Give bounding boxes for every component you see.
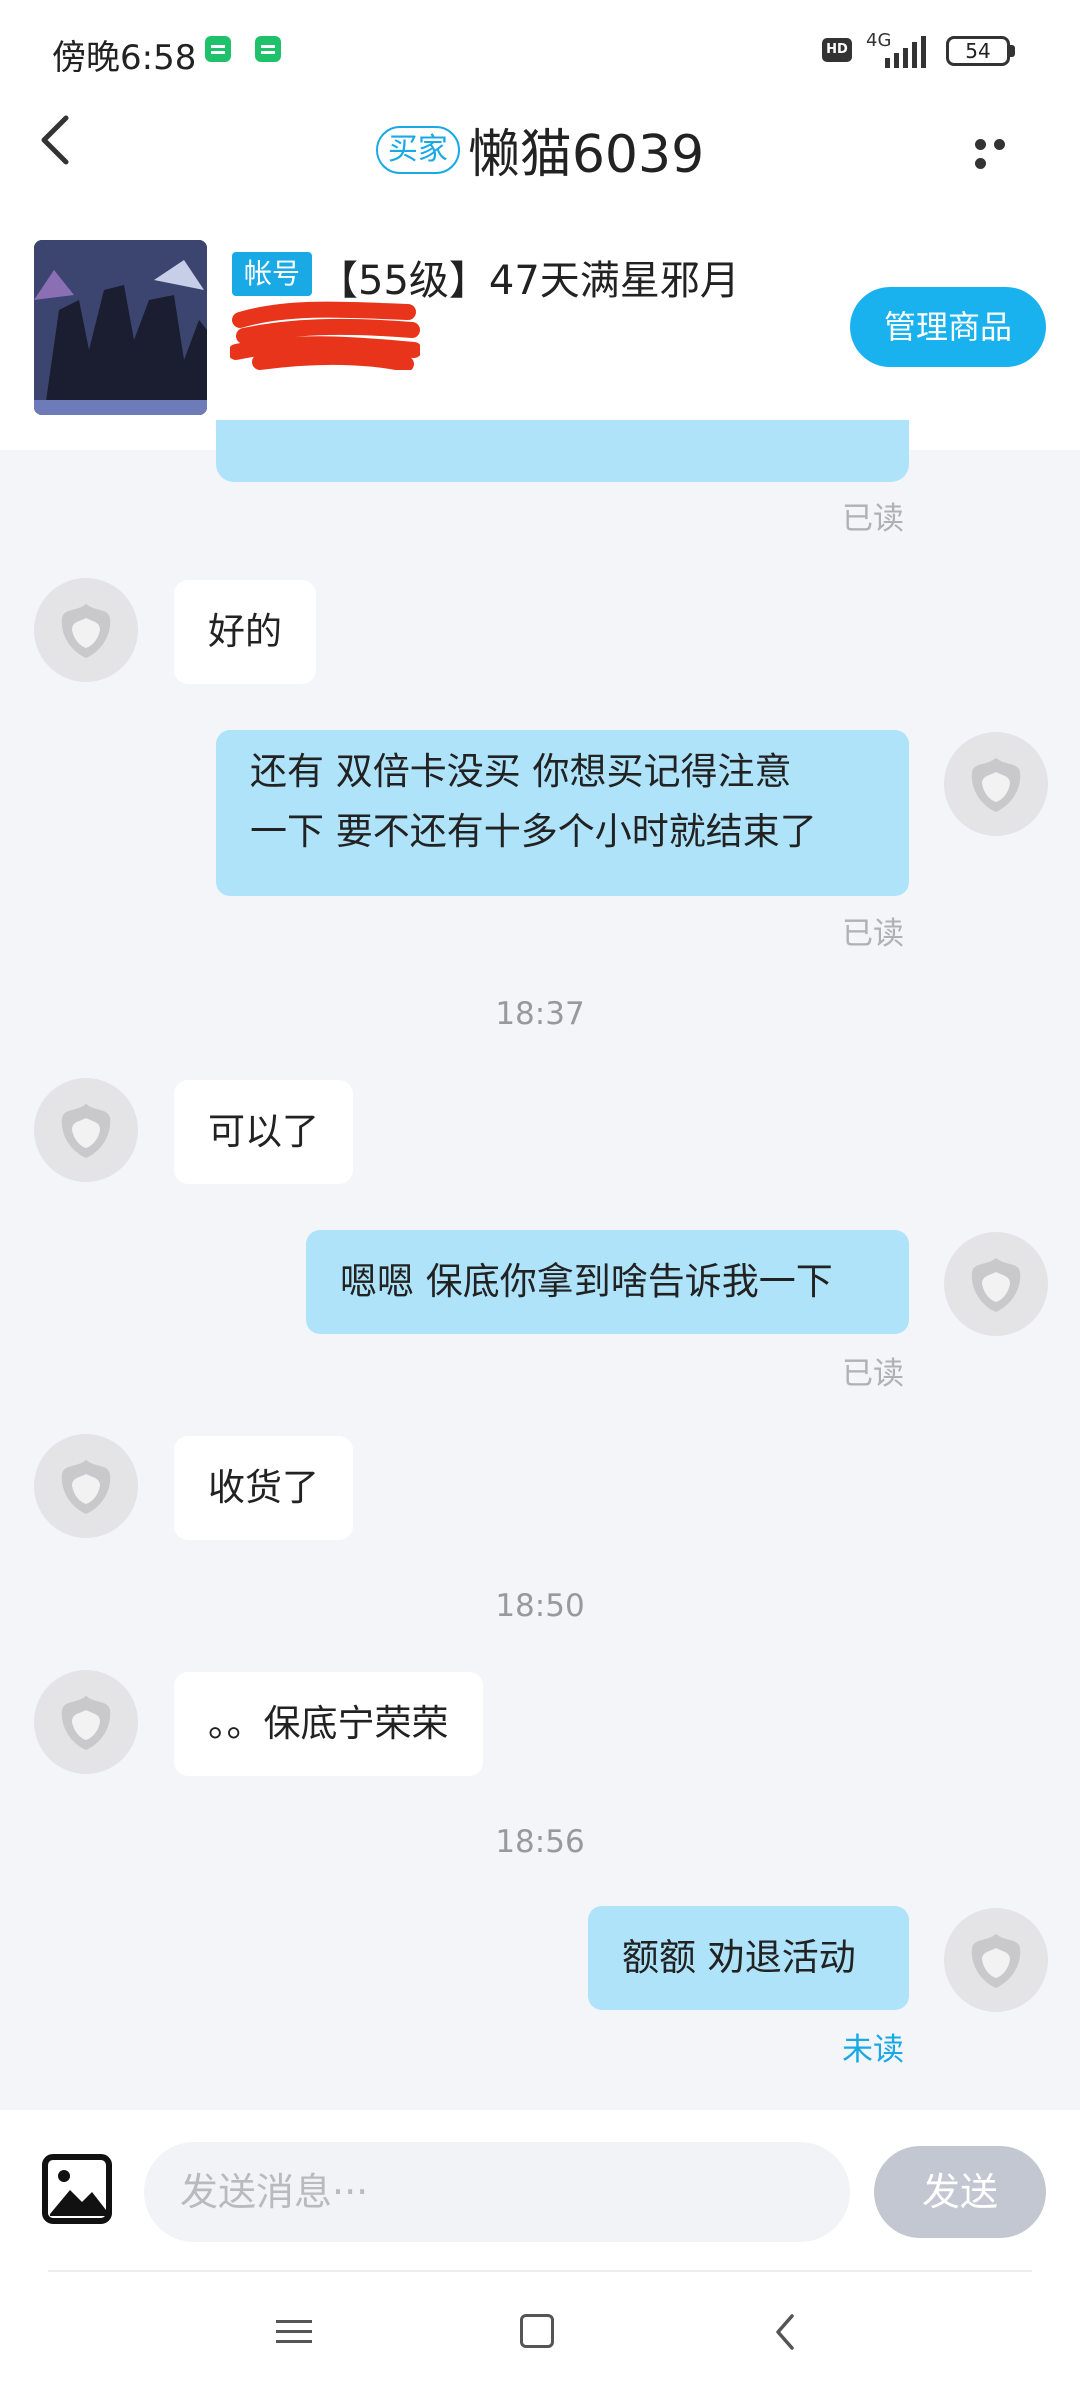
product-artwork <box>34 240 207 415</box>
read-status: 已读 <box>842 501 904 537</box>
contact-avatar[interactable] <box>34 578 138 682</box>
hd-icon: HD <box>822 38 852 62</box>
home-icon[interactable] <box>520 2314 554 2348</box>
divider <box>48 2270 1032 2272</box>
read-status: 已读 <box>842 916 904 952</box>
avatar-placeholder-icon <box>971 1258 1021 1312</box>
image-picker-icon[interactable] <box>42 2154 112 2224</box>
contact-avatar[interactable] <box>34 1434 138 1538</box>
my-avatar[interactable] <box>944 1232 1048 1336</box>
contact-avatar[interactable] <box>34 1078 138 1182</box>
message-line: 一下 要不还有十多个小时就结束了 <box>250 810 817 853</box>
chat-timestamp: 18:56 <box>495 1824 585 1860</box>
unread-status: 未读 <box>842 2032 904 2068</box>
message-bubble-outgoing[interactable]: 额额 劝退活动 <box>588 1906 909 2010</box>
message-line: 还有 双倍卡没买 你想买记得注意 <box>250 750 792 793</box>
buyer-badge: 买家 <box>375 125 460 174</box>
avatar-placeholder-icon <box>61 604 111 658</box>
message-notification-icon <box>205 36 231 62</box>
message-bubble-outgoing[interactable] <box>216 420 909 482</box>
battery-tip <box>1010 45 1015 57</box>
avatar-placeholder-icon <box>971 758 1021 812</box>
chat-timestamp: 18:50 <box>495 1588 585 1624</box>
message-notification-icon <box>255 36 281 62</box>
chat-timestamp: 18:37 <box>495 996 585 1032</box>
chat-title: 买家 懒猫6039 <box>0 112 1080 187</box>
avatar-placeholder-icon <box>61 1460 111 1514</box>
manage-product-button[interactable]: 管理商品 <box>850 287 1046 367</box>
battery-level: 54 <box>965 39 991 63</box>
message-bubble-incoming[interactable]: 可以了 <box>174 1080 353 1184</box>
send-button[interactable]: 发送 <box>874 2146 1046 2238</box>
avatar-placeholder-icon <box>971 1934 1021 1988</box>
my-avatar[interactable] <box>944 732 1048 836</box>
message-bubble-incoming[interactable]: 好的 <box>174 580 316 684</box>
message-input[interactable] <box>144 2142 850 2242</box>
avatar-placeholder-icon <box>61 1696 111 1750</box>
signal-strength-icon <box>885 36 926 68</box>
nav-back-icon[interactable] <box>770 2310 800 2354</box>
contact-avatar[interactable] <box>34 1670 138 1774</box>
more-dots-icon[interactable] <box>975 135 1031 169</box>
message-bubble-outgoing[interactable]: 还有 双倍卡没买 你想买记得注意 一下 要不还有十多个小时就结束了 <box>216 730 909 896</box>
my-avatar[interactable] <box>944 1908 1048 2012</box>
message-bubble-outgoing[interactable]: 嗯嗯 保底你拿到啥告诉我一下 <box>306 1230 909 1334</box>
contact-name: 懒猫6039 <box>467 125 705 185</box>
account-tag: 帐号 <box>232 252 313 296</box>
menu-icon[interactable] <box>276 2318 312 2346</box>
avatar-placeholder-icon <box>61 1104 111 1158</box>
redaction-scribble <box>230 301 420 370</box>
read-status: 已读 <box>842 1356 904 1392</box>
message-bubble-incoming[interactable]: 。。保底宁荣荣 <box>174 1672 483 1776</box>
product-thumbnail[interactable] <box>34 240 207 415</box>
status-time: 傍晚6:58 <box>52 38 197 78</box>
product-title: 【55级】47天满星邪月 <box>318 258 740 304</box>
message-bubble-incoming[interactable]: 收货了 <box>174 1436 353 1540</box>
battery-icon: 54 <box>946 36 1010 66</box>
